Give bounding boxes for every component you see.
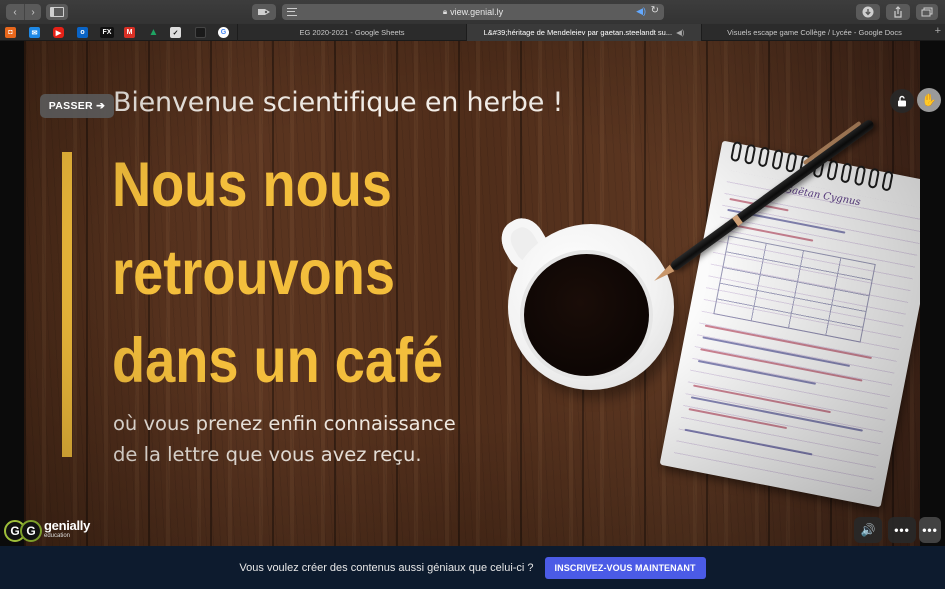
speaker-icon[interactable]: ◀) — [676, 28, 684, 37]
lock-icon: 🔒︎ — [442, 7, 448, 16]
coffee-surface — [524, 254, 649, 376]
spiral-ring — [757, 146, 771, 168]
brand-name: genially — [44, 518, 91, 533]
genially-logo-icon: G — [20, 520, 42, 542]
tab-label: Visuels escape game Collège / Lycée - Go… — [727, 28, 902, 37]
slide-subtitle: où vous prenez enfin connaissance de la … — [113, 408, 456, 470]
address-bar[interactable]: 🔒︎ view.genial.ly ◀) ↻ — [282, 4, 664, 20]
slide-greeting: Bienvenue scientifique en herbe ! — [113, 87, 564, 118]
unlock-icon — [898, 95, 906, 107]
overflow-menu-button[interactable]: ••• — [919, 517, 941, 543]
tabs-icon — [921, 7, 933, 17]
headline-line-3: dans un café — [112, 326, 444, 396]
spiral-ring — [826, 159, 839, 181]
subtitle-line-1: où vous prenez enfin connaissance — [113, 412, 456, 435]
more-icon: ••• — [894, 523, 910, 537]
promo-message: Vous voulez créer des contenus aussi gén… — [239, 561, 534, 574]
share-button[interactable] — [886, 4, 910, 20]
tab-google-docs[interactable]: Visuels escape game Collège / Lycée - Go… — [701, 24, 927, 41]
tab-mendeleiev[interactable]: L&#39;héritage de Mendeleiev par gaetan.… — [466, 24, 701, 41]
chevron-left-icon: ‹ — [13, 6, 17, 18]
genially-brand[interactable]: G G genially education — [4, 519, 90, 543]
slide-headline: Nous nous retrouvons dans un café — [112, 141, 443, 405]
tab-overview-button[interactable] — [916, 4, 938, 20]
download-icon — [862, 6, 874, 18]
hand-icon-button[interactable]: ✋ — [917, 88, 941, 112]
back-button[interactable]: ‹ — [6, 4, 24, 20]
sidebar-toggle-button[interactable] — [46, 4, 68, 20]
youtube-icon[interactable]: ▶ — [53, 27, 64, 38]
reload-icon[interactable]: ↻ — [651, 5, 659, 16]
pen-clip — [802, 120, 862, 166]
skip-button[interactable]: PASSER ➔ — [40, 94, 114, 118]
hand-icon: ✋ — [921, 93, 937, 107]
spiral-ring — [771, 148, 784, 171]
lock-icon-button[interactable] — [890, 89, 914, 113]
tag-button[interactable] — [252, 4, 276, 20]
tab-bar: ◘ ✉ ▶ o FX M ▲ ✓ G EG 2020-2021 - Google… — [0, 24, 945, 41]
volume-button[interactable]: 🔊 — [854, 517, 882, 543]
bookmark-orange-icon[interactable]: ◘ — [5, 27, 16, 38]
downloads-button[interactable] — [856, 4, 880, 20]
tab-label: L&#39;héritage de Mendeleiev par gaetan.… — [483, 28, 673, 37]
outlook-icon[interactable]: o — [77, 27, 88, 38]
spiral-ring — [853, 164, 867, 187]
brand-text: genially education — [44, 518, 91, 541]
new-tab-icon[interactable]: + — [935, 25, 941, 37]
google-icon[interactable]: G — [218, 27, 229, 38]
presentation-stage: PASSER ➔ Bienvenue scientifique en herbe… — [0, 41, 945, 546]
audio-playing-icon[interactable]: ◀) — [636, 6, 646, 17]
promo-footer: Vous voulez créer des contenus aussi gén… — [0, 546, 945, 589]
browser-toolbar: ‹ › 🔒︎ view.genial.ly ◀) ↻ — [0, 0, 945, 24]
spiral-ring — [881, 170, 894, 192]
gmail-icon[interactable]: M — [124, 27, 135, 38]
bookmark-blue-icon[interactable]: ✉ — [29, 27, 40, 38]
speaker-icon: 🔊 — [860, 523, 876, 537]
spiral-ring — [743, 143, 757, 165]
google-drive-icon[interactable]: ▲ — [148, 27, 159, 38]
nike-icon[interactable]: ✓ — [170, 27, 181, 38]
forward-button[interactable]: › — [24, 4, 41, 20]
more-options-button[interactable]: ••• — [888, 517, 916, 543]
tab-label: EG 2020-2021 - Google Sheets — [299, 28, 405, 37]
url-text: view.genial.ly — [450, 7, 504, 17]
dark-square-icon[interactable] — [195, 27, 206, 38]
headline-line-2: retrouvons — [112, 238, 395, 308]
reader-icon[interactable] — [287, 8, 297, 16]
fx-icon[interactable]: FX — [100, 27, 114, 38]
tag-icon — [258, 9, 270, 15]
slide: Bienvenue scientifique en herbe ! Nous n… — [24, 41, 920, 546]
chevron-right-icon: › — [31, 6, 35, 18]
more-icon: ••• — [922, 523, 938, 537]
spiral-ring — [730, 140, 743, 163]
tab-google-sheets[interactable]: EG 2020-2021 - Google Sheets — [237, 24, 466, 41]
spiral-ring — [839, 162, 853, 184]
spiral-ring — [784, 151, 798, 173]
notebook-lines — [673, 170, 920, 494]
headline-line-1: Nous nous — [112, 150, 392, 220]
signup-button[interactable]: INSCRIVEZ-VOUS MAINTENANT — [544, 556, 706, 579]
subtitle-line-2: de la lettre que vous avez reçu. — [113, 443, 422, 466]
share-icon — [894, 6, 902, 18]
accent-bar — [62, 152, 72, 457]
spiral-ring — [867, 167, 881, 189]
